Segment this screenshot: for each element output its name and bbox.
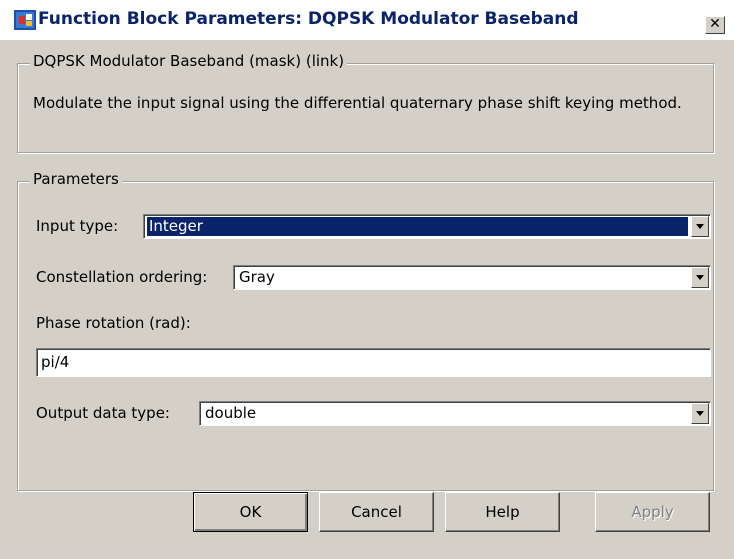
title-bar: Function Block Parameters: DQPSK Modulat…	[0, 0, 734, 40]
input-type-label: Input type:	[36, 217, 119, 235]
dialog-body: DQPSK Modulator Baseband (mask) (link) M…	[0, 40, 734, 559]
cancel-button[interactable]: Cancel	[319, 492, 434, 532]
ok-button[interactable]: OK	[193, 492, 308, 532]
close-button[interactable]: ✕	[705, 16, 725, 34]
constellation-ordering-label: Constellation ordering:	[36, 268, 208, 286]
simulink-block-icon	[14, 10, 36, 30]
output-data-type-value: double	[205, 404, 257, 422]
input-type-value: Integer	[147, 217, 688, 236]
output-data-type-label: Output data type:	[36, 404, 170, 422]
close-icon: ✕	[709, 16, 721, 32]
chevron-down-icon[interactable]	[691, 267, 709, 288]
input-type-select[interactable]: Integer	[143, 214, 711, 239]
phase-rotation-input[interactable]: pi/4	[36, 348, 711, 377]
constellation-ordering-value: Gray	[239, 268, 275, 286]
output-data-type-select[interactable]: double	[199, 401, 711, 426]
constellation-ordering-select[interactable]: Gray	[233, 265, 711, 290]
help-button[interactable]: Help	[445, 492, 560, 532]
block-heading: DQPSK Modulator Baseband (mask) (link)	[30, 52, 348, 70]
apply-button: Apply	[595, 492, 710, 532]
phase-rotation-label: Phase rotation (rad):	[36, 314, 191, 332]
chevron-down-icon[interactable]	[691, 216, 709, 237]
block-description: Modulate the input signal using the diff…	[33, 94, 682, 112]
chevron-down-icon[interactable]	[691, 403, 709, 424]
parameters-heading: Parameters	[30, 170, 122, 188]
window-title: Function Block Parameters: DQPSK Modulat…	[38, 9, 579, 29]
